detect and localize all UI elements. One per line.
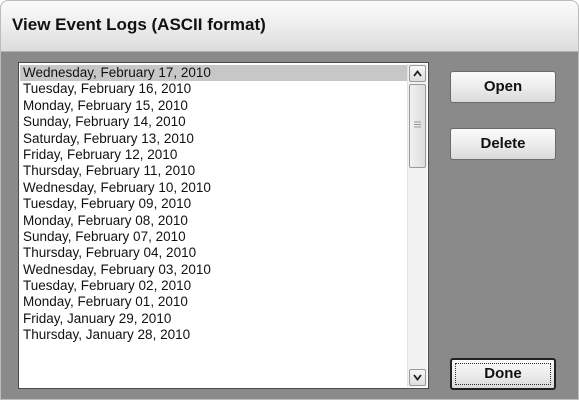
chevron-down-icon [413,374,422,381]
log-list-item[interactable]: Monday, February 08, 2010 [20,213,408,229]
log-list-item[interactable]: Wednesday, February 03, 2010 [20,262,408,278]
done-button[interactable]: Done [450,358,556,390]
window-title: View Event Logs (ASCII format) [12,15,266,34]
scroll-down-button[interactable] [409,369,426,386]
log-list-item[interactable]: Monday, February 01, 2010 [20,294,408,310]
log-list-item[interactable]: Thursday, February 11, 2010 [20,163,408,179]
log-list-item[interactable]: Friday, February 12, 2010 [20,147,408,163]
focus-ring [455,363,551,385]
log-list-item[interactable]: Friday, January 29, 2010 [20,311,408,327]
title-bar: View Event Logs (ASCII format) [1,1,578,52]
chevron-up-icon [413,70,422,77]
log-list-item[interactable]: Tuesday, February 02, 2010 [20,278,408,294]
log-list-item[interactable]: Saturday, February 13, 2010 [20,131,408,147]
event-log-listbox[interactable]: Wednesday, February 17, 2010 Tuesday, Feb… [18,62,429,389]
log-list-item[interactable]: Monday, February 15, 2010 [20,98,408,114]
log-list-item[interactable]: Wednesday, February 10, 2010 [20,180,408,196]
event-log-list: Wednesday, February 17, 2010 Tuesday, Feb… [20,65,408,344]
grip-icon [414,121,421,128]
scrollbar-thumb[interactable] [409,84,426,168]
log-list-item[interactable]: Sunday, February 14, 2010 [20,114,408,130]
event-logs-window: View Event Logs (ASCII format) Wednesday… [0,0,579,400]
log-list-item[interactable]: Tuesday, February 16, 2010 [20,81,408,97]
log-list-item[interactable]: Tuesday, February 09, 2010 [20,196,408,212]
open-button[interactable]: Open [450,71,556,103]
log-list-item[interactable]: Thursday, February 04, 2010 [20,245,408,261]
log-list-item[interactable]: Wednesday, February 17, 2010 [20,65,408,82]
delete-button[interactable]: Delete [450,128,556,160]
log-list-item[interactable]: Thursday, January 28, 2010 [20,327,408,343]
vertical-scrollbar[interactable] [407,64,427,387]
log-list-item[interactable]: Sunday, February 07, 2010 [20,229,408,245]
scroll-up-button[interactable] [409,65,426,82]
